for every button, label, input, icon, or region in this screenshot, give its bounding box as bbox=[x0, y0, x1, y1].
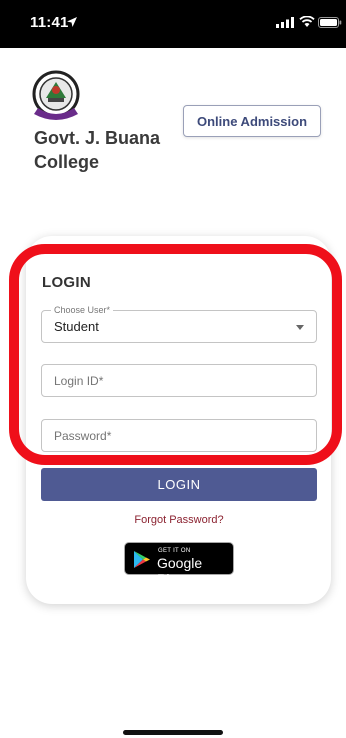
choose-user-legend: Choose User* bbox=[51, 305, 114, 315]
online-admission-button[interactable]: Online Admission bbox=[183, 105, 321, 137]
google-play-badge[interactable]: GET IT ON Google Play bbox=[124, 542, 234, 587]
password-input[interactable]: Password* bbox=[41, 419, 317, 452]
google-play-icon bbox=[134, 551, 150, 568]
login-id-input[interactable]: Login ID* bbox=[41, 364, 317, 397]
college-crest-icon bbox=[32, 70, 80, 120]
google-play-small-text: GET IT ON bbox=[158, 548, 191, 554]
password-placeholder: Password* bbox=[54, 429, 112, 443]
login-id-placeholder: Login ID* bbox=[54, 374, 104, 388]
choose-user-value: Student bbox=[54, 319, 99, 334]
forgot-password-link[interactable]: Forgot Password? bbox=[41, 514, 317, 526]
login-title: LOGIN bbox=[42, 274, 91, 291]
status-bar: 11:41 bbox=[0, 0, 346, 48]
choose-user-select[interactable]: Choose User* Student bbox=[41, 305, 317, 343]
home-indicator[interactable] bbox=[123, 730, 223, 735]
status-time: 11:41 bbox=[30, 14, 69, 31]
wifi-icon bbox=[299, 16, 315, 27]
chevron-down-icon[interactable] bbox=[296, 325, 304, 330]
google-play-big-text: Google Play bbox=[157, 555, 203, 587]
college-name: Govt. J. Buana College bbox=[34, 128, 161, 172]
login-button[interactable]: LOGIN bbox=[41, 468, 317, 501]
location-arrow-icon bbox=[67, 17, 77, 27]
signal-icon bbox=[276, 17, 294, 28]
battery-icon bbox=[318, 17, 342, 28]
